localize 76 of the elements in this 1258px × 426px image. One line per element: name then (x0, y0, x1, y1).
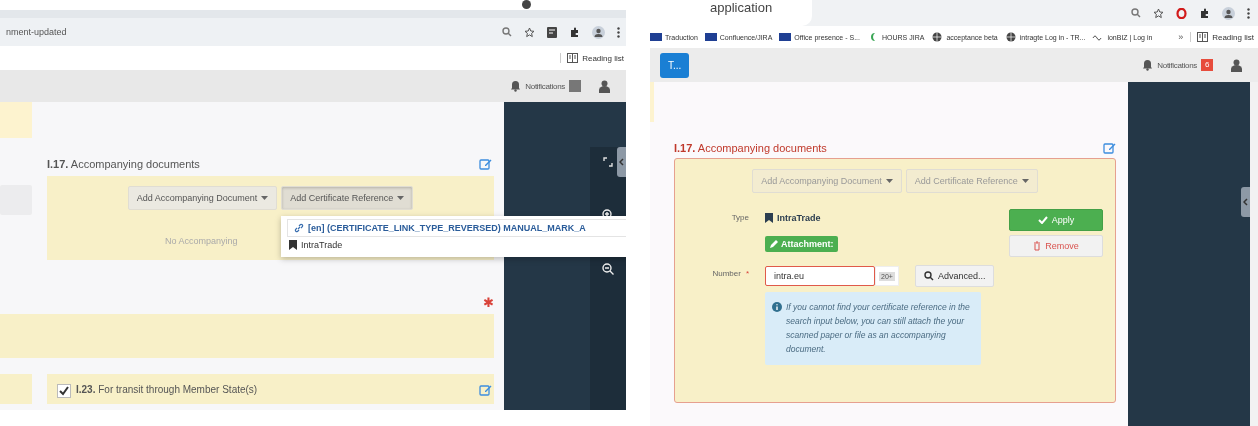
section-panel (650, 82, 654, 122)
section-title: I.17. Accompanying documents (674, 142, 827, 154)
section-title: I.23. For transit through Member State(s) (76, 384, 259, 395)
chevron-icon (1243, 198, 1248, 206)
globe-icon (1004, 32, 1017, 42)
search-icon (923, 271, 934, 281)
sheet-icon[interactable] (547, 26, 557, 38)
ring-icon[interactable] (1176, 7, 1187, 19)
bell-icon (510, 80, 522, 92)
puzzle-icon[interactable] (569, 26, 580, 38)
link-icon (294, 223, 304, 233)
menu-item[interactable]: IntraTrade (281, 237, 626, 253)
caret-icon (397, 196, 405, 200)
field-label: Type (730, 212, 750, 224)
flag-icon (650, 32, 662, 42)
collapse-tab[interactable] (1241, 187, 1250, 217)
menu-icon[interactable] (617, 26, 620, 38)
notifications-button[interactable]: Notifications (510, 80, 581, 92)
caret-icon (261, 196, 269, 200)
chevron-icon (619, 158, 624, 166)
reading-list-icon (567, 53, 579, 63)
reading-list-icon (1197, 32, 1209, 42)
edit-icon[interactable] (1103, 142, 1116, 154)
type-value: IntraTrade (777, 212, 821, 223)
pencil-icon (769, 239, 778, 249)
notification-badge: 6 (1201, 59, 1213, 71)
avatar-icon[interactable] (1222, 6, 1235, 20)
field-label: Number (712, 269, 741, 280)
reading-list[interactable]: Reading list (1190, 32, 1254, 42)
edit-icon[interactable] (479, 384, 492, 396)
app-button[interactable]: T... (660, 52, 690, 78)
notifications-button[interactable]: Notifications 6 (1142, 59, 1213, 71)
caret-icon (1021, 179, 1029, 183)
required-mark: * (745, 269, 749, 280)
user-icon[interactable] (599, 79, 610, 93)
reading-list[interactable]: Reading list (560, 53, 624, 63)
section-panel (0, 374, 32, 404)
caret-icon (885, 179, 893, 183)
advanced-button[interactable]: Advanced... (914, 265, 995, 287)
section-title: I.17. Accompanying documents (47, 158, 200, 170)
browser-tab[interactable]: application (650, 0, 813, 26)
expand-icon[interactable] (603, 157, 613, 167)
trash-icon (1033, 241, 1042, 251)
more-bookmarks-button[interactable]: » (1178, 32, 1184, 42)
remove-button[interactable]: Remove (1009, 235, 1103, 257)
check-icon (1037, 216, 1048, 224)
section-panel (0, 102, 32, 138)
badge (569, 80, 581, 92)
bookmark-icon (765, 212, 773, 223)
circle-icon (522, 0, 531, 9)
menu-item[interactable]: [en] (CERTIFICATE_LINK_TYPE_REVERSED) MANUAL_MARK_A (287, 219, 626, 237)
bell-icon (1142, 59, 1154, 71)
flag-icon (704, 32, 717, 42)
address-field[interactable]: nment-updated (6, 27, 67, 37)
puzzle-icon[interactable] (1199, 7, 1210, 19)
bookmark-icon (289, 240, 297, 250)
empty-message: No Accompanying (165, 236, 238, 246)
globe-icon (931, 32, 944, 42)
number-field[interactable]: intra.eu (765, 266, 875, 286)
user-icon[interactable] (1231, 58, 1242, 72)
zoom-icon[interactable] (1131, 8, 1141, 18)
info-text: If you cannot find your certificate reference in the search input below, you can still attach the your scanned paper or file as an accompanying document. (786, 301, 971, 356)
edit-icon[interactable] (479, 158, 492, 170)
flag-icon (779, 32, 792, 42)
dropdown-button[interactable]: Add Certificate Reference (281, 186, 414, 210)
info-icon (772, 302, 782, 312)
menu-icon[interactable] (1247, 7, 1250, 19)
zoom-icon[interactable] (502, 27, 512, 37)
avatar-icon[interactable] (592, 25, 605, 39)
zoom-out-icon[interactable] (602, 263, 614, 275)
dropdown-button[interactable]: Add Accompanying Document (127, 186, 278, 210)
star-icon[interactable] (1153, 7, 1164, 19)
required-mark: ✱ (483, 296, 494, 312)
collapse-tab[interactable] (617, 147, 626, 177)
star-icon[interactable] (524, 26, 535, 38)
attachment-label: Attachment: (765, 236, 838, 252)
